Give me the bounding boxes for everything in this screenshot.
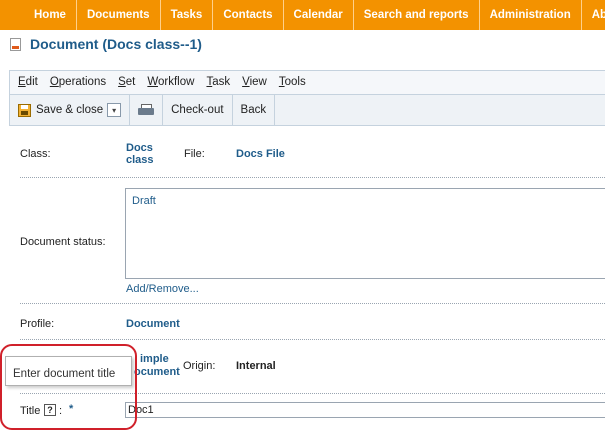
print-button[interactable] <box>130 95 164 125</box>
title-colon: : <box>59 405 63 417</box>
chevron-down-icon[interactable]: ▾ <box>107 103 122 117</box>
page-title: Document (Docs class--1) <box>30 36 202 52</box>
save-close-button[interactable]: Save & close ▾ <box>10 95 131 125</box>
menu-view[interactable]: View <box>242 71 279 94</box>
menu-set-label: et <box>125 76 136 88</box>
toolbar: Save & close ▾ Check-out Back <box>9 94 605 126</box>
menu-operations-label: perations <box>58 76 107 88</box>
file-label: File: <box>184 148 205 160</box>
origin-value: Internal <box>236 360 276 372</box>
menu-view-accesskey: V <box>242 76 250 88</box>
help-icon[interactable]: ? <box>44 404 56 416</box>
nav-home[interactable]: Home <box>24 0 77 30</box>
menu-bar: Edit Operations Set Workflow Task View T… <box>9 70 605 94</box>
type-value-line1[interactable]: imple <box>140 353 169 365</box>
nav-about[interactable]: About <box>582 0 605 30</box>
class-value-line1[interactable]: Docs <box>126 142 153 154</box>
nav-tasks[interactable]: Tasks <box>161 0 214 30</box>
top-navigation: Home Documents Tasks Contacts Calendar S… <box>0 0 605 30</box>
printer-icon <box>138 104 155 116</box>
row-divider <box>20 339 605 340</box>
row-divider <box>20 303 605 304</box>
menu-operations-accesskey: O <box>49 76 59 88</box>
menu-edit-accesskey: E <box>18 76 26 88</box>
menu-workflow-accesskey: W <box>147 76 159 88</box>
menu-edit-label: dit <box>25 76 38 88</box>
back-button[interactable]: Back <box>233 95 276 125</box>
save-icon <box>18 103 31 117</box>
menu-workflow[interactable]: Workflow <box>147 71 206 94</box>
menu-set-accesskey: S <box>118 76 126 88</box>
menu-task[interactable]: Task <box>206 71 242 94</box>
document-icon <box>10 38 21 51</box>
nav-search-and-reports[interactable]: Search and reports <box>354 0 480 30</box>
nav-administration[interactable]: Administration <box>480 0 582 30</box>
document-status-list[interactable]: Draft <box>125 188 605 279</box>
nav-contacts[interactable]: Contacts <box>213 0 284 30</box>
file-value[interactable]: Docs File <box>236 148 285 160</box>
class-label: Class: <box>20 148 51 160</box>
menu-workflow-label: orkflow <box>158 76 195 88</box>
add-remove-link[interactable]: Add/Remove... <box>126 283 199 295</box>
profile-label: Profile: <box>20 318 55 330</box>
menu-edit[interactable]: Edit <box>18 71 50 94</box>
save-close-label: Save & close <box>36 104 104 116</box>
title-input[interactable] <box>125 402 605 418</box>
menu-task-label: ask <box>212 76 231 88</box>
row-divider <box>20 393 605 394</box>
nav-documents[interactable]: Documents <box>77 0 161 30</box>
class-value-line2[interactable]: class <box>126 154 154 166</box>
row-divider <box>20 177 605 178</box>
required-marker: * <box>69 403 74 415</box>
title-label: Title <box>20 405 41 417</box>
nav-calendar[interactable]: Calendar <box>284 0 354 30</box>
menu-tools[interactable]: Tools <box>279 71 318 94</box>
profile-value[interactable]: Document <box>126 318 180 330</box>
document-status-label: Document status: <box>20 236 106 248</box>
menu-operations[interactable]: Operations <box>50 71 118 94</box>
type-value-line2[interactable]: ocument <box>134 366 180 378</box>
origin-label: Origin: <box>183 360 216 372</box>
menu-view-label: iew <box>249 76 267 88</box>
title-tooltip: Enter document title <box>5 356 132 386</box>
status-item-draft[interactable]: Draft <box>132 195 156 207</box>
menu-set[interactable]: Set <box>118 71 147 94</box>
checkout-button[interactable]: Check-out <box>163 95 233 125</box>
menu-tools-label: ools <box>284 76 306 88</box>
